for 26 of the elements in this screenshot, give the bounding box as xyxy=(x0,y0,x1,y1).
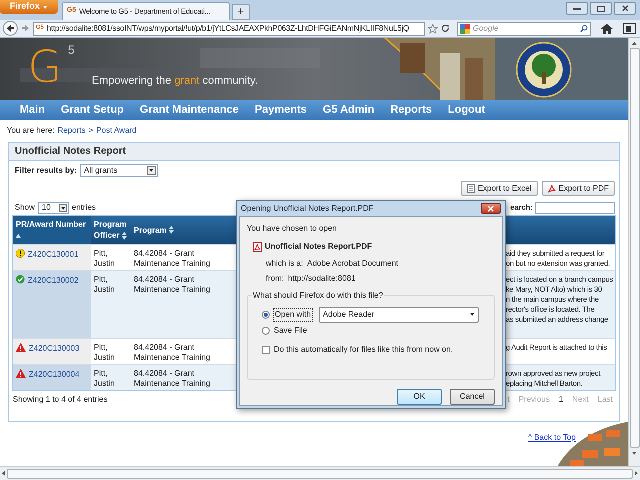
table-cell-text: 84.42084 - Grant Maintenance Training xyxy=(133,342,212,364)
table-cell-text: Pitt, Justin xyxy=(93,342,116,364)
table-cell-text: Pitt, Justin xyxy=(93,274,116,296)
tagline: Empowering the grant community. xyxy=(92,74,258,89)
type-label: which is a: xyxy=(266,258,304,270)
from-value: http://sodalite:8081 xyxy=(288,273,356,285)
entries-label: entries xyxy=(72,202,96,214)
show-label: Show xyxy=(15,202,36,214)
type-value: Adobe Acrobat Document xyxy=(307,258,399,270)
breadcrumb-label: You are here: xyxy=(7,125,55,137)
table-cell-text: 84.42084 - Grant Maintenance Training xyxy=(133,248,212,270)
logo-letter: G xyxy=(28,46,62,90)
url-text: http://sodalite:8081/ssoINT/wps/myportal/!ut/p/b1/jYtLCsJAEAXPkhP063Z-LhtDHFGiEANmNjKLIIF8NuL5jQ xyxy=(47,22,410,34)
dialog-intro: You have chosen to open xyxy=(247,223,338,235)
dialog-title: Opening Unofficial Notes Report.PDF xyxy=(241,202,374,214)
table-cell-text: Pitt, Justin xyxy=(93,248,116,270)
file-name: Unofficial Notes Report.PDF xyxy=(265,241,372,253)
breadcrumb-separator: > xyxy=(88,125,94,137)
panel-title: Unofficial Notes Report xyxy=(15,145,126,159)
table-cell-text: 84.42084 - Grant Maintenance Training xyxy=(133,368,212,390)
table-cell-text: Pitt, Justin xyxy=(93,368,116,390)
table-info: Showing 1 to 4 of 4 entries xyxy=(13,394,108,406)
logo-superscript: 5 xyxy=(68,44,75,56)
table-cell-text: 84.42084 - Grant Maintenance Training xyxy=(133,274,212,296)
from-label: from: xyxy=(266,273,284,285)
filter-label: Filter results by: xyxy=(15,164,78,176)
